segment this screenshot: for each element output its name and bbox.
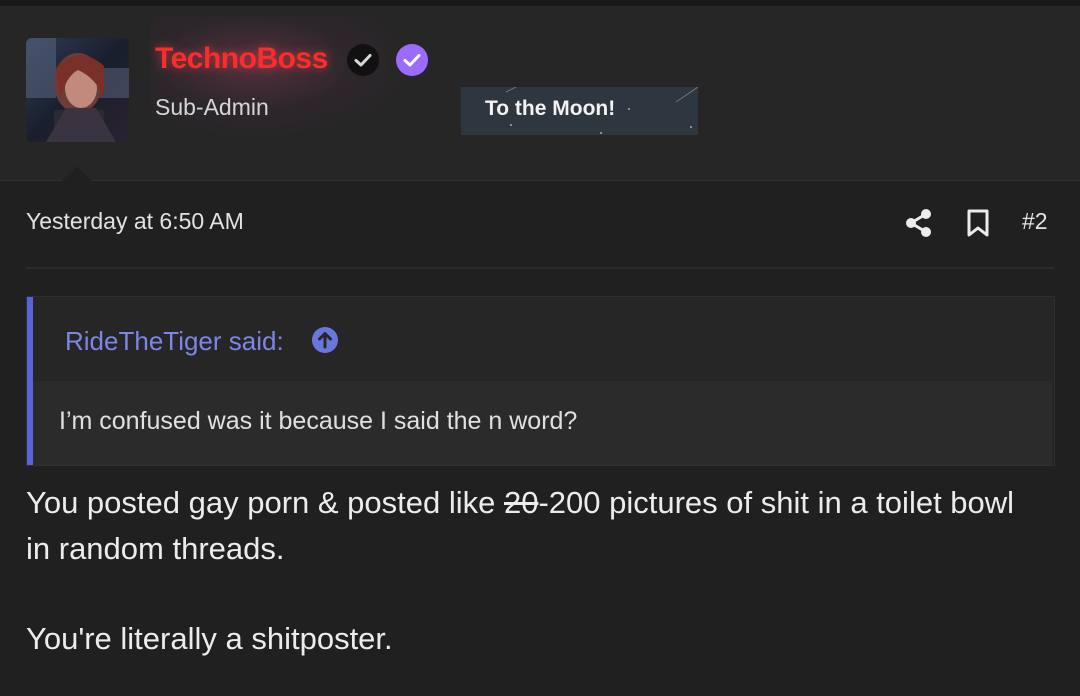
username[interactable]: TechnoBoss <box>155 42 328 76</box>
post-body: You posted gay porn & posted like 20-200… <box>26 480 1046 662</box>
user-header: TechnoBoss Sub-Admin To the Moon! <box>0 6 1080 186</box>
post-number[interactable]: #2 <box>1022 208 1048 235</box>
post-paragraph-1: You posted gay porn & posted like 20-200… <box>26 480 1046 572</box>
quote-text: I’m confused was it because I said the n… <box>59 407 578 435</box>
verified-badge-icon <box>396 44 428 76</box>
jump-to-quote-icon[interactable] <box>311 326 339 354</box>
post-text-before: You posted gay porn & posted like <box>26 485 504 520</box>
dark-check-badge-icon <box>347 44 379 76</box>
user-banner: To the Moon! <box>461 87 698 135</box>
post-date[interactable]: Yesterday at 6:50 AM <box>26 208 244 235</box>
quote-author[interactable]: RideTheTiger said: <box>65 326 284 357</box>
struck-text: 20 <box>503 485 539 520</box>
user-banner-text: To the Moon! <box>485 97 616 120</box>
header-pointer <box>57 166 97 186</box>
quote-header: RideTheTiger said: <box>33 297 1052 381</box>
user-title: Sub-Admin <box>155 94 269 120</box>
post-paragraph-2: You're literally a shitposter. <box>26 621 393 656</box>
bookmark-icon[interactable] <box>965 208 991 238</box>
quote-body: I’m confused was it because I said the n… <box>33 381 1052 465</box>
avatar[interactable] <box>26 38 129 142</box>
share-icon[interactable] <box>905 208 933 238</box>
quote-block: RideTheTiger said: I’m confused was it b… <box>26 296 1055 466</box>
divider <box>26 267 1054 269</box>
